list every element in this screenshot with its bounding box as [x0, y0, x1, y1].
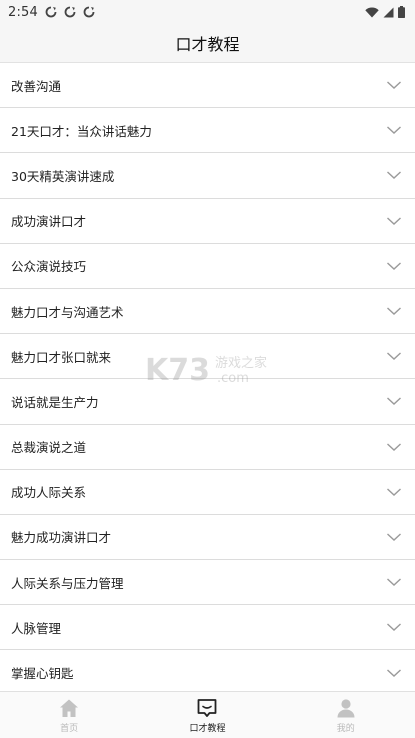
list-item-label: 魅力成功演讲口才	[11, 530, 112, 546]
list-item[interactable]: 人际关系与压力管理	[0, 560, 415, 606]
chevron-down-icon[interactable]	[386, 306, 402, 316]
tab-mine-label: 我的	[336, 724, 355, 734]
tab-home-label: 首页	[60, 724, 79, 734]
home-icon	[60, 699, 79, 717]
signal-icon	[383, 7, 394, 17]
chevron-down-icon[interactable]	[386, 170, 402, 180]
chevron-down-icon[interactable]	[386, 351, 402, 361]
status-bar-left: 2:54	[8, 5, 95, 20]
list-item-label: 总裁演说之道	[11, 440, 87, 456]
list-item[interactable]: 总裁演说之道	[0, 424, 415, 470]
list-item[interactable]: 魅力成功演讲口才	[0, 514, 415, 561]
chevron-down-icon[interactable]	[386, 577, 402, 587]
list-item-label: 公众演说技巧	[11, 259, 87, 275]
list-item[interactable]: 魅力口才与沟通艺术	[0, 288, 415, 335]
wifi-icon	[365, 6, 379, 17]
list-item-label: 21天口才：当众讲话魅力	[11, 123, 152, 139]
chevron-down-icon[interactable]	[386, 80, 402, 90]
status-time: 2:54	[8, 4, 38, 20]
sync-icon	[83, 6, 95, 18]
chevron-down-icon[interactable]	[386, 668, 402, 678]
list-item[interactable]: 成功人际关系	[0, 469, 415, 515]
list-item-label: 说话就是生产力	[11, 394, 99, 410]
list-item[interactable]: 21天口才：当众讲话魅力	[0, 108, 415, 154]
page-title: 口才教程	[175, 35, 240, 54]
list-item-label: 人际关系与压力管理	[11, 575, 124, 591]
list-item-label: 魅力口才张口就来	[11, 349, 112, 365]
list-item[interactable]: 成功演讲口才	[0, 198, 415, 244]
list-item-label: 人脉管理	[11, 620, 62, 636]
list-item-label: 魅力口才与沟通艺术	[11, 304, 124, 320]
chat-icon	[198, 699, 217, 717]
chevron-down-icon[interactable]	[386, 487, 402, 497]
list-item[interactable]: 30天精英演讲速成	[0, 153, 415, 199]
list-item-label: 掌握心钥匙	[11, 666, 74, 682]
tab-mine[interactable]: 我的	[277, 692, 415, 738]
chevron-down-icon[interactable]	[386, 216, 402, 226]
tab-tutorials[interactable]: 口才教程	[138, 692, 276, 738]
list-item[interactable]: 说话就是生产力	[0, 379, 415, 425]
chevron-down-icon[interactable]	[386, 532, 402, 542]
app-screen: 2:54 口才教程 改善沟通 21天口才：当众讲话魅力 30天精英演讲速成 成功…	[0, 0, 415, 738]
list-item[interactable]: 人脉管理	[0, 605, 415, 651]
sync-icon	[64, 6, 76, 18]
list-item-label: 成功人际关系	[11, 485, 87, 501]
bottom-tab-bar: 首页 口才教程 我的	[0, 691, 415, 738]
list-item-label: 改善沟通	[11, 78, 62, 94]
tab-home[interactable]: 首页	[0, 692, 138, 738]
chevron-down-icon[interactable]	[386, 261, 402, 271]
list-item-label: 成功演讲口才	[11, 214, 87, 230]
title-bar: 口才教程	[0, 24, 415, 63]
chevron-down-icon[interactable]	[386, 396, 402, 406]
list-item-label: 30天精英演讲速成	[11, 168, 115, 184]
battery-icon	[398, 6, 405, 18]
list-item[interactable]: 掌握心钥匙	[0, 650, 415, 691]
course-list: 改善沟通 21天口才：当众讲话魅力 30天精英演讲速成 成功演讲口才 公众演说技巧魅力口…	[0, 63, 415, 691]
chevron-down-icon[interactable]	[386, 442, 402, 452]
status-bar: 2:54	[0, 0, 415, 24]
tab-tutorials-label: 口才教程	[189, 724, 226, 734]
status-bar-right	[365, 6, 405, 18]
chevron-down-icon[interactable]	[386, 125, 402, 135]
chevron-down-icon[interactable]	[386, 622, 402, 632]
list-item[interactable]: 魅力口才张口就来	[0, 334, 415, 380]
list-item[interactable]: 改善沟通	[0, 63, 415, 109]
sync-icon	[45, 6, 57, 18]
person-icon	[337, 699, 355, 718]
list-item[interactable]: 公众演说技巧	[0, 243, 415, 289]
